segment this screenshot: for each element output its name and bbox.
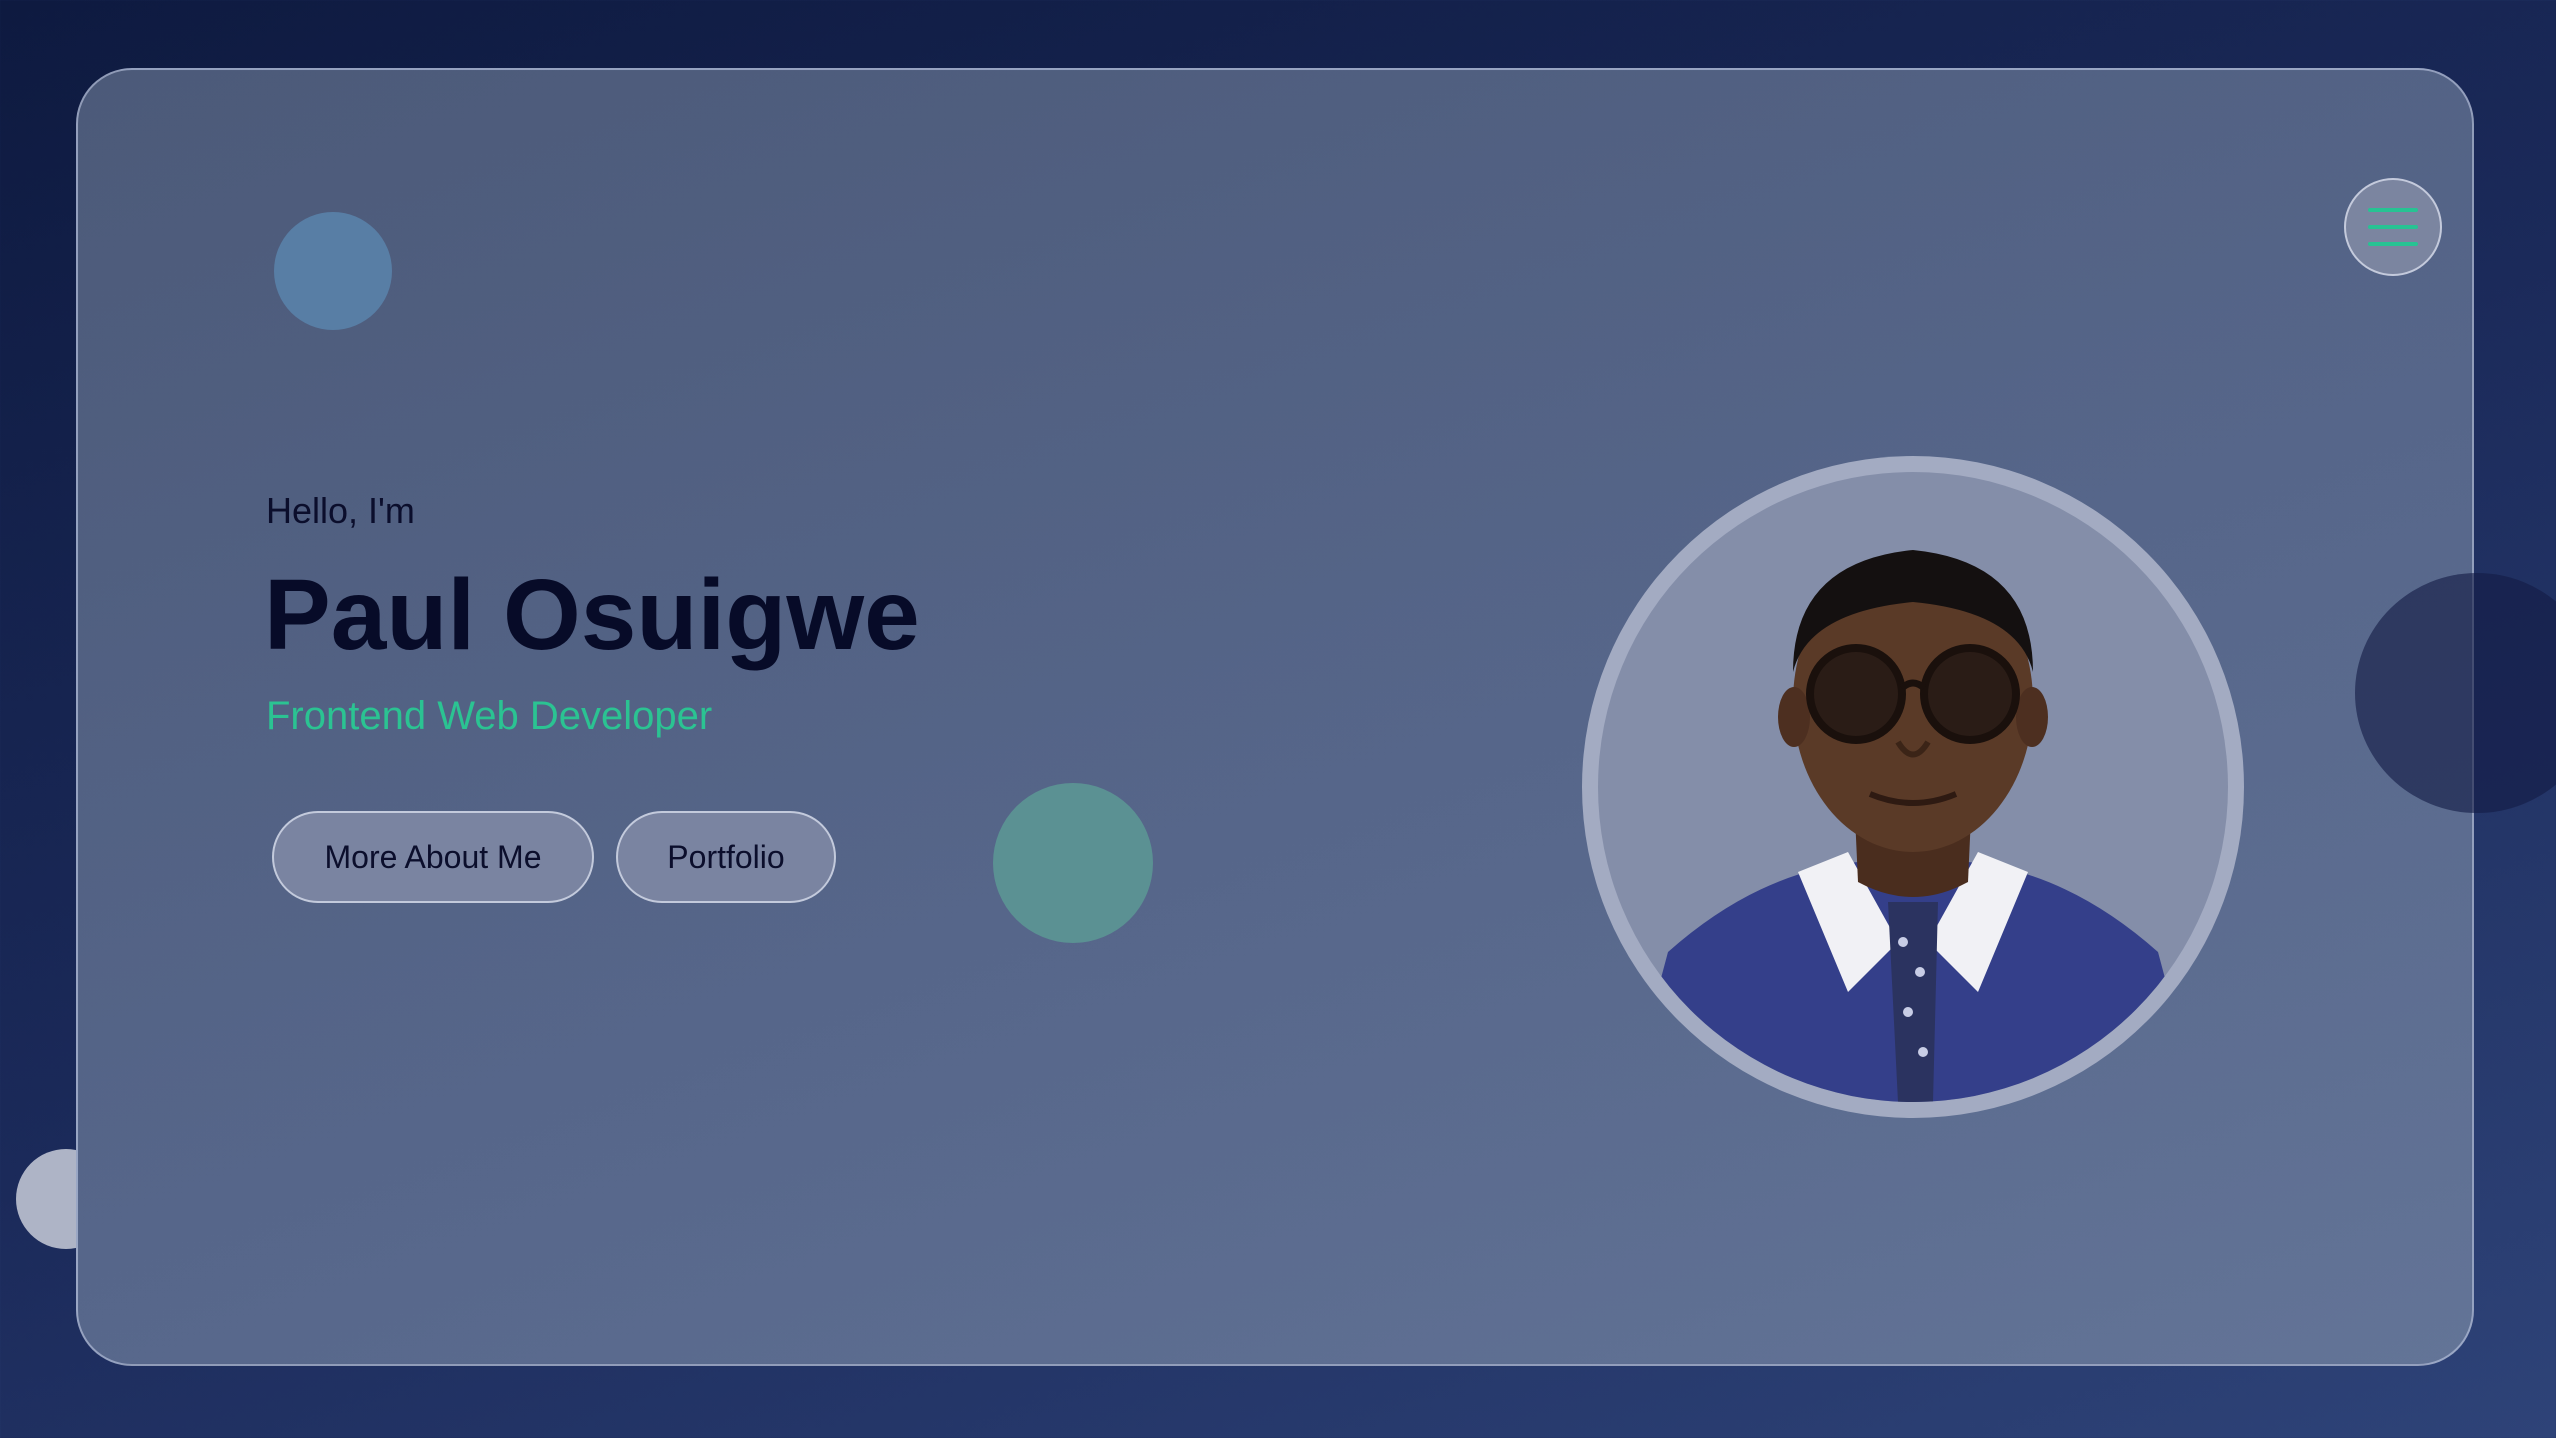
- page-title: Paul Osuigwe: [264, 559, 920, 671]
- avatar: [1598, 472, 2228, 1102]
- avatar-frame: [1582, 456, 2244, 1118]
- decorative-circle-teal: [993, 783, 1153, 943]
- portfolio-button[interactable]: Portfolio: [616, 811, 836, 903]
- menu-button[interactable]: [2344, 178, 2442, 276]
- hero-card: Hello, I'm Paul Osuigwe Frontend Web Dev…: [76, 68, 2474, 1366]
- hamburger-menu-icon: [2368, 208, 2418, 246]
- profile-photo: [1628, 550, 2198, 1102]
- more-about-me-button[interactable]: More About Me: [272, 811, 594, 903]
- decorative-circle-blue: [274, 212, 392, 330]
- job-title: Frontend Web Developer: [266, 694, 713, 738]
- greeting-text: Hello, I'm: [266, 490, 415, 531]
